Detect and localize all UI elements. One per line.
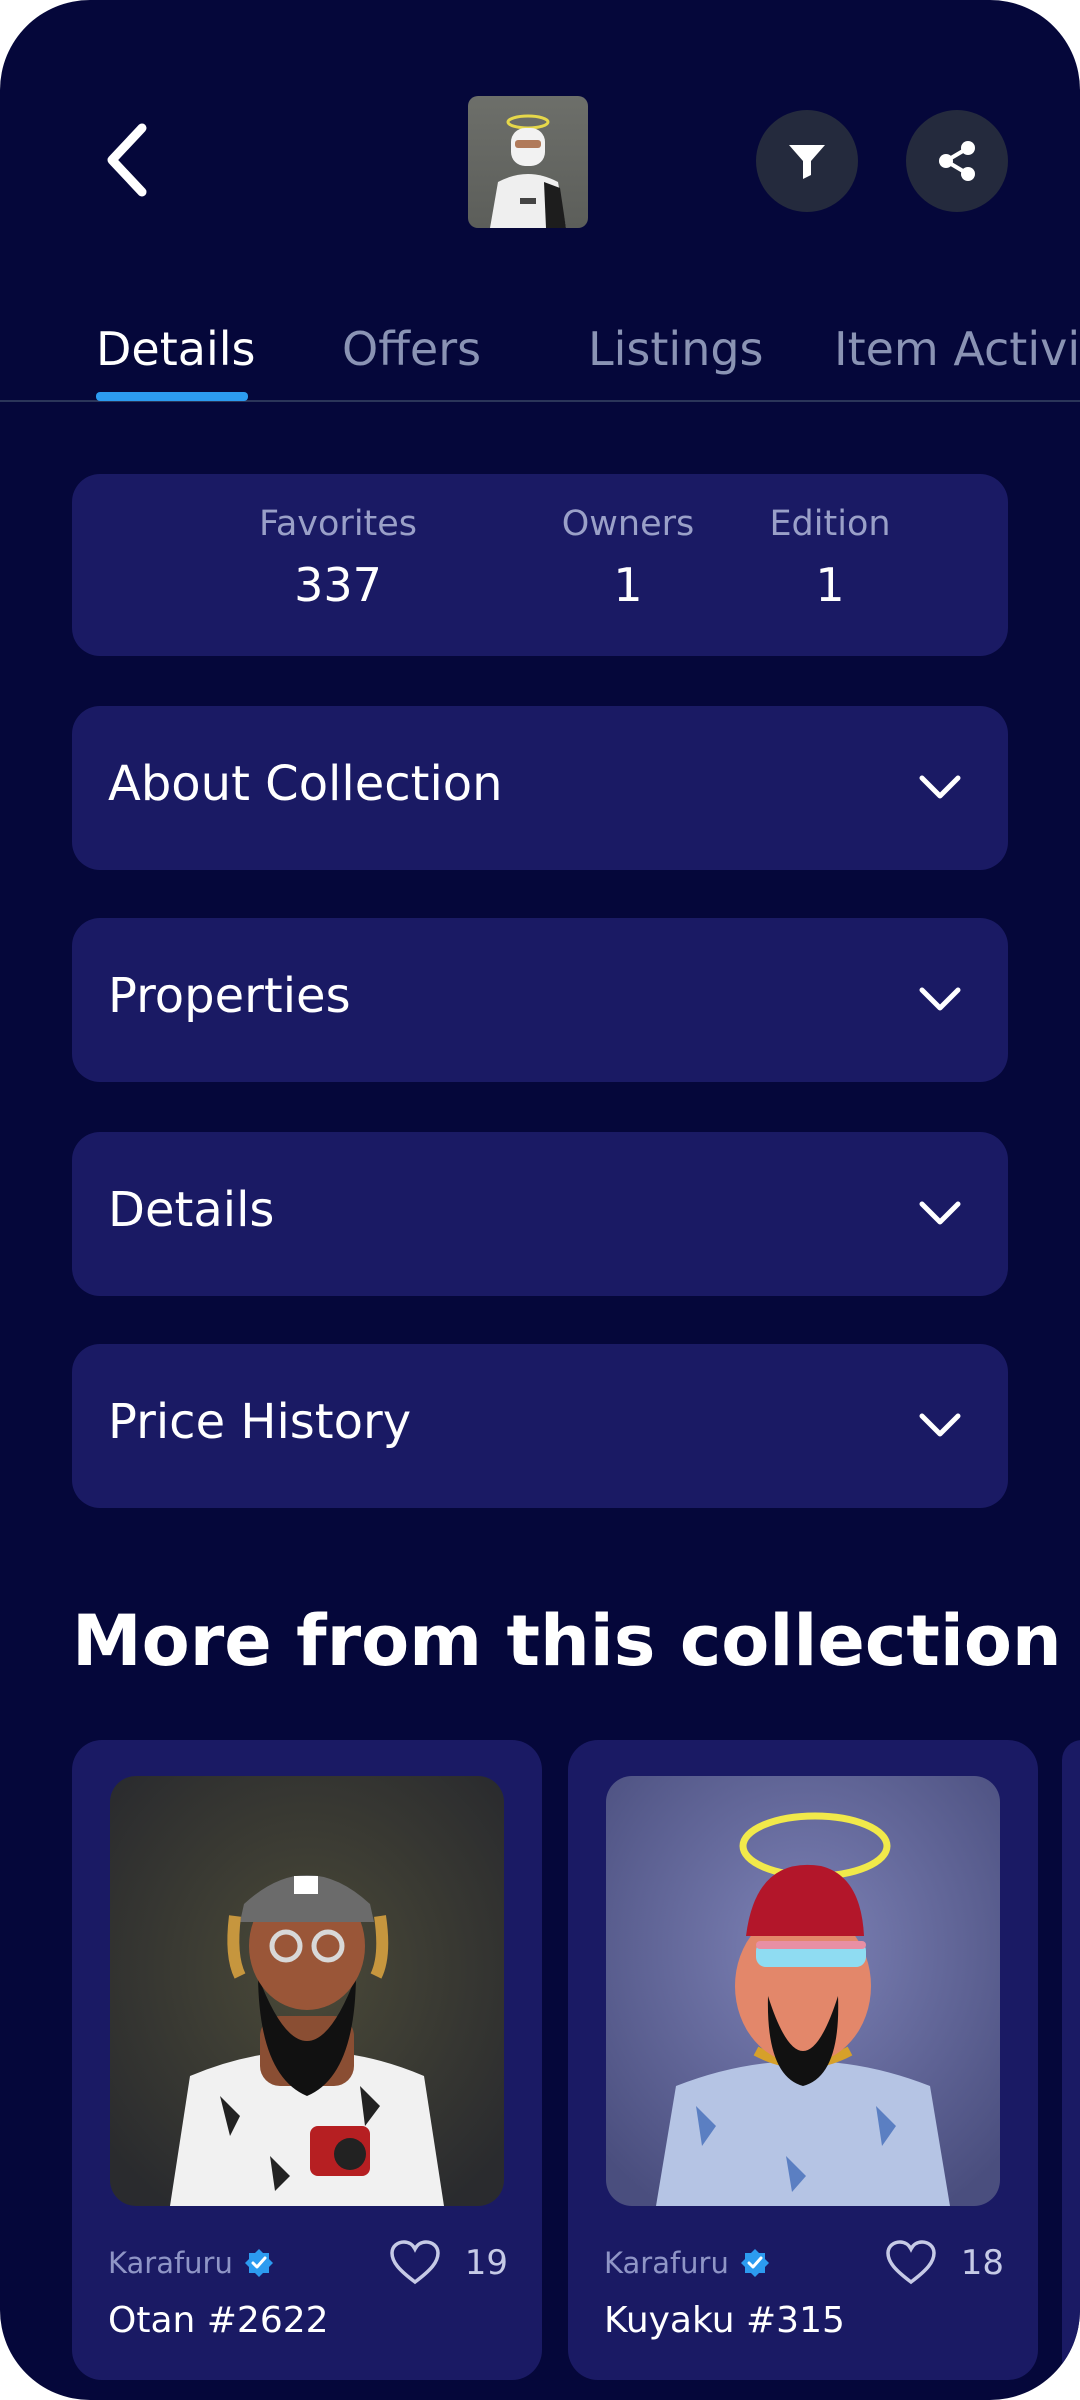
accordion-title: Properties bbox=[108, 968, 351, 1024]
verified-badge-icon bbox=[244, 2249, 273, 2277]
nft-name: Otan #2622 bbox=[108, 2300, 329, 2341]
chevron-left-icon bbox=[107, 123, 147, 197]
collection-label[interactable]: Karafuru bbox=[604, 2246, 771, 2280]
accordion-price-history[interactable]: Price History bbox=[72, 1344, 1008, 1508]
like-count: 19 bbox=[464, 2243, 508, 2283]
accordion-details[interactable]: Details bbox=[72, 1132, 1008, 1296]
filter-icon bbox=[789, 145, 825, 179]
stats-card: Favorites 337 Owners 1 Edition 1 bbox=[72, 474, 1008, 656]
filter-button[interactable] bbox=[756, 110, 858, 212]
stat-value: 337 bbox=[294, 558, 382, 612]
favorite-control[interactable]: 19 bbox=[389, 2240, 508, 2286]
nft-image bbox=[110, 1776, 504, 2206]
collection-label[interactable]: Karafuru bbox=[108, 2246, 275, 2280]
stat-label: Favorites bbox=[258, 504, 418, 544]
active-tab-indicator bbox=[96, 392, 248, 401]
share-icon bbox=[939, 141, 975, 181]
share-button[interactable] bbox=[906, 110, 1008, 212]
stat-label: Edition bbox=[769, 504, 891, 544]
accordion-about-collection[interactable]: About Collection bbox=[72, 706, 1008, 870]
collection-name: Karafuru bbox=[604, 2246, 729, 2280]
tab-listings[interactable]: Listings bbox=[588, 322, 764, 376]
item-detail-screen: Details Offers Listings Item Activity Fa… bbox=[0, 0, 1080, 2400]
chevron-down-icon bbox=[919, 987, 961, 1011]
tab-bar: Details Offers Listings Item Activity bbox=[0, 300, 1080, 402]
nft-name: Kuyaku #315 bbox=[604, 2300, 845, 2341]
verified-badge-icon bbox=[740, 2249, 769, 2277]
heart-icon bbox=[389, 2240, 440, 2285]
chevron-down-icon bbox=[919, 1413, 961, 1437]
section-title: More from this collection bbox=[72, 1600, 1062, 1682]
tab-item-activity[interactable]: Item Activity bbox=[834, 322, 1080, 376]
collection-name: Karafuru bbox=[108, 2246, 233, 2280]
nft-image bbox=[606, 1776, 1000, 2206]
stat-value: 1 bbox=[815, 558, 845, 612]
heart-icon bbox=[885, 2240, 936, 2285]
accordion-title: Price History bbox=[108, 1394, 412, 1450]
tab-details[interactable]: Details bbox=[96, 322, 255, 376]
stat-edition: Edition 1 bbox=[710, 504, 950, 612]
nft-card[interactable]: Karafuru 18 Kuyaku #315 bbox=[568, 1740, 1038, 2380]
accordion-properties[interactable]: Properties bbox=[72, 918, 1008, 1082]
item-thumbnail bbox=[468, 96, 588, 228]
nft-card[interactable]: Karafuru 19 Otan #2622 bbox=[72, 1740, 542, 2380]
nft-card-peek[interactable] bbox=[1062, 1740, 1080, 2380]
accordion-title: About Collection bbox=[108, 756, 503, 812]
stat-favorites: Favorites 337 bbox=[218, 504, 458, 612]
chevron-down-icon bbox=[919, 1201, 961, 1225]
favorite-control[interactable]: 18 bbox=[885, 2240, 1004, 2286]
back-button[interactable] bbox=[100, 120, 160, 200]
accordion-title: Details bbox=[108, 1182, 275, 1238]
tab-offers[interactable]: Offers bbox=[342, 322, 481, 376]
like-count: 18 bbox=[960, 2243, 1004, 2283]
chevron-down-icon bbox=[919, 775, 961, 799]
